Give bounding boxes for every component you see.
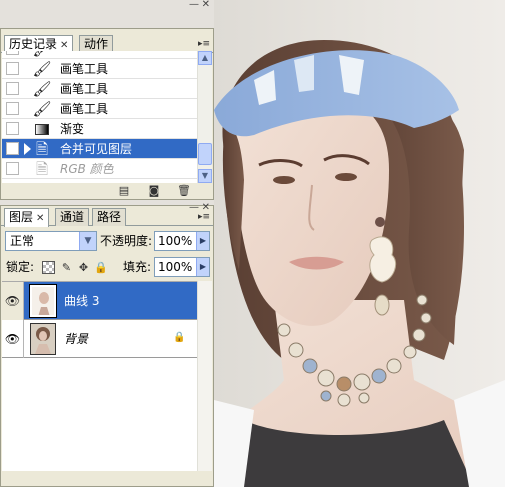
brush-icon: 🖌 (32, 100, 52, 118)
panel-menu-icon[interactable]: ▸≡ (198, 212, 210, 222)
fill-field[interactable]: 100% ▶ (154, 257, 210, 277)
layers-panel: — ✕ 图层 ✕ 通道 路径 ▸≡ 正常 ▼ 不透明度: 100% ▶ 锁定: ✎… (0, 203, 214, 487)
lock-transparency-icon[interactable] (42, 261, 55, 274)
portrait-image (214, 40, 505, 487)
close-icon[interactable]: ✕ (36, 213, 44, 224)
fill-slider-arrow-icon[interactable]: ▶ (196, 258, 209, 276)
list-item-selected[interactable]: 🗎 合并可见图层 (2, 139, 198, 159)
minimize-icon[interactable]: — (189, 0, 199, 10)
history-source-checkbox[interactable] (6, 162, 19, 175)
opacity-field[interactable]: 100% ▶ (154, 231, 210, 251)
history-source-checkbox[interactable] (6, 62, 19, 75)
scroll-thumb[interactable] (198, 143, 212, 165)
tab-layers[interactable]: 图层 ✕ (4, 208, 50, 227)
list-item[interactable]: 🖌 (2, 51, 198, 59)
fill-label: 填充: (123, 260, 152, 274)
trash-icon[interactable]: 🗑 (177, 184, 191, 197)
lock-move-icon[interactable]: ✥ (77, 261, 90, 274)
layer-link-column[interactable] (24, 320, 28, 358)
list-item[interactable]: 🗎 RGB 颜色 (2, 159, 198, 179)
list-item[interactable]: 🖌 画笔工具 (2, 59, 198, 79)
layer-thumbnail (30, 323, 56, 355)
gradient-icon (32, 120, 52, 138)
scroll-up-icon[interactable]: ▲ (198, 51, 212, 65)
layers-tabs: 图层 ✕ 通道 路径 ▸≡ (1, 206, 213, 227)
close-icon[interactable]: ✕ (60, 40, 68, 51)
lock-brush-icon[interactable]: ✎ (60, 261, 73, 274)
history-source-checkbox[interactable] (6, 122, 19, 135)
history-source-checkbox[interactable] (6, 102, 19, 115)
lock-label: 锁定: (6, 260, 35, 274)
tab-paths[interactable]: 路径 (92, 208, 127, 226)
blend-mode-select[interactable]: 正常 ▼ (5, 231, 97, 251)
list-item[interactable]: 🖌 画笔工具 (2, 79, 198, 99)
tab-channels[interactable]: 通道 (55, 208, 90, 226)
history-state-marker-icon[interactable] (24, 143, 31, 155)
layers-list: 👁 曲线 3 👁 背景 🔒 (2, 281, 198, 471)
history-tabs: 历史记录 ✕ 动作 ▸≡ (1, 33, 213, 54)
document-canvas-photo[interactable] (214, 0, 505, 487)
panel-menu-icon[interactable]: ▸≡ (198, 39, 210, 49)
list-item[interactable]: 渐变 (2, 119, 198, 139)
scroll-down-icon[interactable]: ▼ (198, 169, 212, 183)
brush-icon: 🖌 (32, 51, 52, 58)
history-source-checkbox[interactable] (6, 142, 19, 155)
history-scrollbar[interactable]: ▲ ▼ (197, 51, 212, 183)
layer-link-column[interactable] (24, 282, 28, 320)
brush-icon: 🖌 (32, 60, 52, 78)
layer-row-background[interactable]: 👁 背景 🔒 (2, 320, 198, 358)
history-footer: ▤ ◙ 🗑 (1, 183, 213, 199)
brush-icon: 🖌 (32, 80, 52, 98)
document-icon: 🗎 (35, 160, 49, 178)
history-source-checkbox[interactable] (6, 51, 19, 55)
history-panel: — ✕ 历史记录✕ 动作 ▸≡ 🖌 🖌 画笔工具 🖌 画笔工具 🖌 画笔工具 (0, 0, 214, 200)
lock-all-icon[interactable]: 🔒 (94, 261, 108, 274)
close-icon[interactable]: ✕ (202, 0, 210, 10)
history-source-checkbox[interactable] (6, 82, 19, 95)
eye-icon[interactable]: 👁 (2, 320, 24, 358)
layers-scrollbar[interactable] (197, 281, 212, 471)
list-item[interactable]: 🖌 画笔工具 (2, 99, 198, 119)
layer-row-curves[interactable]: 👁 曲线 3 (2, 282, 198, 320)
opacity-slider-arrow-icon[interactable]: ▶ (196, 232, 209, 250)
history-list: 🖌 🖌 画笔工具 🖌 画笔工具 🖌 画笔工具 渐变 🗎 合并可见图层 (2, 51, 198, 183)
lock-icon: 🔒 (173, 332, 186, 343)
layer-thumbnail (29, 284, 57, 318)
new-document-from-state-icon[interactable]: ▤ (117, 184, 131, 197)
opacity-label: 不透明度: (100, 234, 153, 248)
eye-icon[interactable]: 👁 (2, 282, 24, 320)
new-snapshot-icon[interactable]: ◙ (147, 184, 161, 197)
history-panel-titlebar: — ✕ (1, 0, 213, 10)
document-icon: 🗎 (35, 140, 49, 158)
chevron-down-icon[interactable]: ▼ (79, 232, 96, 250)
